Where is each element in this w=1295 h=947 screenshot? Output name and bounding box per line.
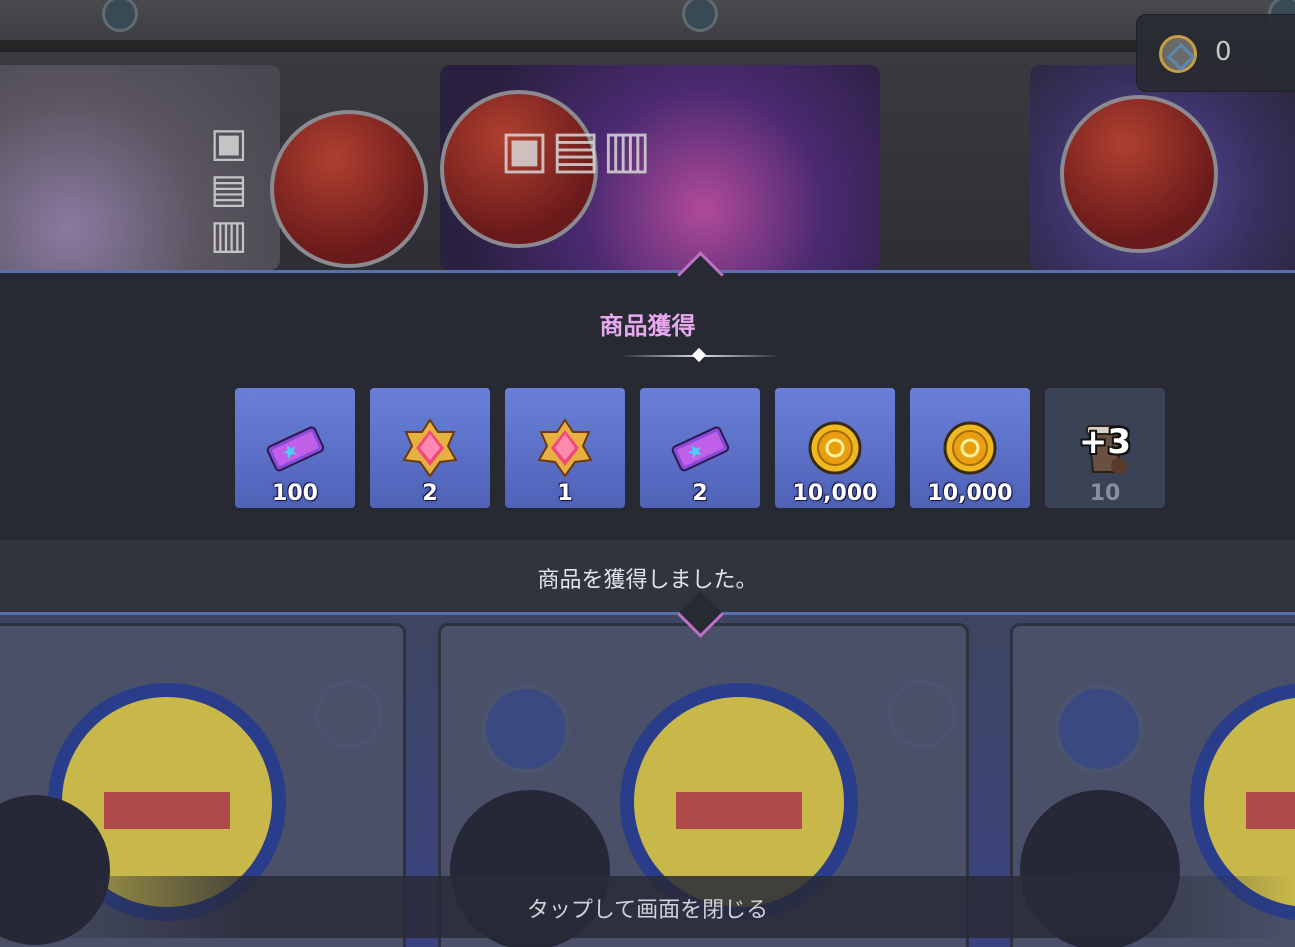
gear-coin-icon	[315, 680, 383, 748]
machine-logo-glyph: ▣▤▥	[500, 120, 654, 180]
reward-qty: 10	[1089, 481, 1121, 506]
machine-logo-glyph: ▣▤▥	[210, 120, 250, 258]
close-hint-text: タップして画面を閉じる	[526, 898, 769, 923]
reward-item[interactable]: 2	[640, 388, 760, 508]
reward-item[interactable]: 100	[235, 388, 355, 508]
reward-item[interactable]: 10,000	[775, 388, 895, 508]
modal-top-border	[0, 270, 1295, 273]
rivet-icon	[102, 0, 138, 32]
gold-coin-icon	[943, 421, 997, 475]
modal-bottom-border	[0, 612, 1295, 615]
message-bar: 商品を獲得しました。	[0, 540, 1295, 612]
reward-item-more[interactable]: +3 10	[1045, 388, 1165, 508]
knob-icon	[1055, 685, 1143, 773]
capsule-dome	[1060, 95, 1218, 253]
gem-badge-icon	[537, 418, 593, 478]
ticket-icon	[266, 426, 325, 472]
more-items-count: +3	[1078, 422, 1132, 462]
diamond-icon	[691, 347, 707, 363]
reward-qty: 2	[692, 481, 708, 506]
reward-item[interactable]: 1	[505, 388, 625, 508]
reward-qty: 2	[422, 481, 438, 506]
coin-count: 0	[1215, 37, 1232, 67]
reward-item[interactable]: 10,000	[910, 388, 1030, 508]
reward-qty: 10,000	[792, 481, 878, 506]
ticket-icon	[671, 426, 730, 472]
acquired-message: 商品を獲得しました。	[537, 568, 758, 593]
gear-coin-icon	[1159, 35, 1197, 73]
machine-top-background: ▣▤▥ ▣ ▤ ▥	[0, 0, 1295, 270]
tap-to-close[interactable]: タップして画面を閉じる	[0, 876, 1295, 938]
reward-modal: 商品獲得 100 2 1 2 10,000 10,000 +3 10 商品を獲得…	[0, 251, 1295, 638]
gem-badge-icon	[402, 418, 458, 478]
reward-qty: 1	[557, 481, 573, 506]
knob-icon	[482, 685, 570, 773]
gear-coin-icon	[888, 680, 956, 748]
reward-item[interactable]: 2	[370, 388, 490, 508]
gold-coin-icon	[808, 421, 862, 475]
top-rail	[0, 40, 1295, 52]
modal-title: 商品獲得	[599, 312, 696, 340]
coin-counter: 0	[1136, 14, 1295, 92]
capsule-dome	[270, 110, 428, 268]
reward-qty: 100	[272, 481, 318, 506]
reward-qty: 10,000	[927, 481, 1013, 506]
rivet-icon	[682, 0, 718, 32]
